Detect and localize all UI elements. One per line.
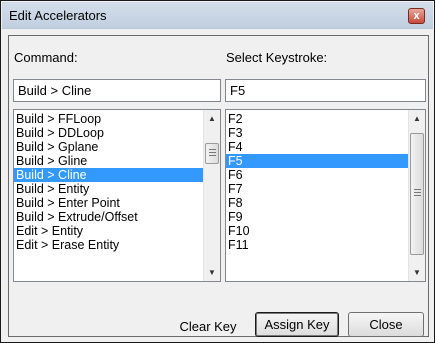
scroll-up-arrow-icon[interactable]: ▲ <box>204 110 220 127</box>
keystroke-label: Select Keystroke: <box>226 50 328 65</box>
clear-key-button[interactable]: Clear Key <box>172 314 244 339</box>
list-item[interactable]: F7 <box>226 182 408 196</box>
list-item[interactable]: Edit > Entity <box>14 224 203 238</box>
list-item[interactable]: Build > DDLoop <box>14 126 203 140</box>
scroll-down-arrow-icon[interactable]: ▼ <box>409 264 425 281</box>
list-item[interactable]: Build > FFLoop <box>14 112 203 126</box>
list-item[interactable]: Build > Extrude/Offset <box>14 210 203 224</box>
list-item[interactable]: F2 <box>226 112 408 126</box>
list-item[interactable]: Build > Gplane <box>14 140 203 154</box>
command-list-items: Build > FFLoop Build > DDLoop Build > Gpla… <box>14 112 203 252</box>
keystroke-input[interactable]: F5 <box>225 79 426 102</box>
command-label: Command: <box>14 50 78 65</box>
window-title: Edit Accelerators <box>9 8 107 23</box>
list-item[interactable]: F3 <box>226 126 408 140</box>
scroll-thumb[interactable] <box>205 143 219 164</box>
keystroke-list-items: F2 F3 F4 F5 F6 F7 F8 F9 F10 F11 <box>226 112 408 252</box>
scroll-down-arrow-icon[interactable]: ▼ <box>204 264 220 281</box>
list-item[interactable]: Build > Gline <box>14 154 203 168</box>
list-item[interactable]: Build > Enter Point <box>14 196 203 210</box>
list-item[interactable]: F10 <box>226 224 408 238</box>
close-window-button[interactable]: x <box>408 8 425 24</box>
list-item[interactable]: F4 <box>226 140 408 154</box>
command-list[interactable]: Build > FFLoop Build > DDLoop Build > Gpla… <box>13 109 221 282</box>
keystroke-list[interactable]: F2 F3 F4 F5 F6 F7 F8 F9 F10 F11 ▲ ▼ <box>225 109 426 282</box>
title-bar[interactable]: Edit Accelerators x <box>2 2 433 29</box>
command-input[interactable]: Build > Cline <box>13 79 221 102</box>
command-list-scrollbar[interactable]: ▲ ▼ <box>203 110 220 281</box>
close-button[interactable]: Close <box>348 312 424 337</box>
list-item[interactable]: F11 <box>226 238 408 252</box>
list-item[interactable]: F9 <box>226 210 408 224</box>
keystroke-list-scrollbar[interactable]: ▲ ▼ <box>408 110 425 281</box>
list-item[interactable]: Build > Cline <box>14 168 203 182</box>
list-item[interactable]: F6 <box>226 168 408 182</box>
list-item[interactable]: F5 <box>226 154 408 168</box>
edit-accelerators-dialog: Edit Accelerators x Command: Select Keys… <box>0 0 435 343</box>
assign-key-button[interactable]: Assign Key <box>255 312 339 337</box>
scroll-thumb[interactable] <box>410 133 424 255</box>
scroll-up-arrow-icon[interactable]: ▲ <box>409 110 425 127</box>
list-item[interactable]: Build > Entity <box>14 182 203 196</box>
list-item[interactable]: F8 <box>226 196 408 210</box>
list-item[interactable]: Edit > Erase Entity <box>14 238 203 252</box>
dialog-body: Command: Select Keystroke: Build > Cline… <box>8 35 429 337</box>
